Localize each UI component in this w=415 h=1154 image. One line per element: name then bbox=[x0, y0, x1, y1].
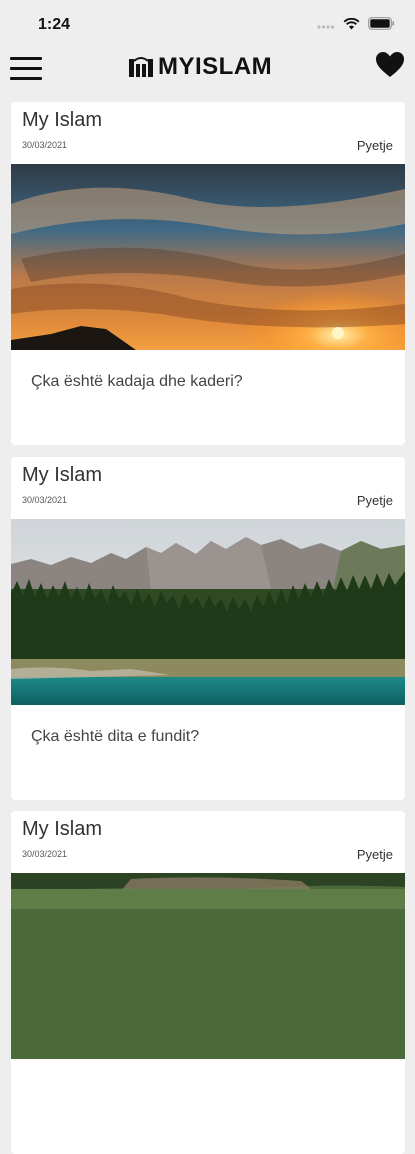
menu-button[interactable] bbox=[10, 52, 44, 82]
app-header: MYISLAM bbox=[0, 48, 415, 92]
post-category: Pyetje bbox=[356, 847, 393, 862]
post-date: 30/03/2021 bbox=[22, 140, 68, 150]
post-card[interactable]: My Islam 30/03/2021 Pyetje bbox=[11, 811, 405, 1154]
post-source: My Islam bbox=[22, 109, 102, 131]
battery-icon bbox=[368, 17, 395, 30]
post-source: My Islam bbox=[22, 818, 102, 840]
menu-icon bbox=[10, 57, 42, 60]
app-logo: MYISLAM bbox=[128, 52, 272, 82]
post-image bbox=[11, 164, 405, 350]
signal-icon bbox=[317, 25, 335, 29]
post-date: 30/03/2021 bbox=[22, 849, 68, 859]
logo-mark-icon bbox=[129, 57, 153, 77]
post-title: Çka është kadaja dhe kaderi? bbox=[31, 373, 243, 390]
post-image bbox=[11, 873, 405, 1059]
post-category: Pyetje bbox=[356, 493, 393, 508]
status-icons bbox=[317, 17, 395, 30]
favorites-button[interactable] bbox=[375, 51, 405, 81]
post-image bbox=[11, 519, 405, 705]
status-time: 1:24 bbox=[38, 16, 71, 33]
post-title: Çka është dita e fundit? bbox=[31, 728, 200, 745]
post-date: 30/03/2021 bbox=[22, 495, 68, 505]
logo-text: MYISLAM bbox=[158, 53, 273, 80]
post-card[interactable]: My Islam 30/03/2021 Pyetje bbox=[11, 457, 405, 800]
wifi-icon bbox=[343, 17, 360, 29]
post-category: Pyetje bbox=[356, 138, 393, 153]
status-bar: 1:24 bbox=[0, 0, 415, 48]
post-source: My Islam bbox=[22, 464, 102, 486]
post-card[interactable]: My Islam 30/03/2021 Pyetje bbox=[11, 102, 405, 445]
heart-icon bbox=[376, 52, 404, 77]
